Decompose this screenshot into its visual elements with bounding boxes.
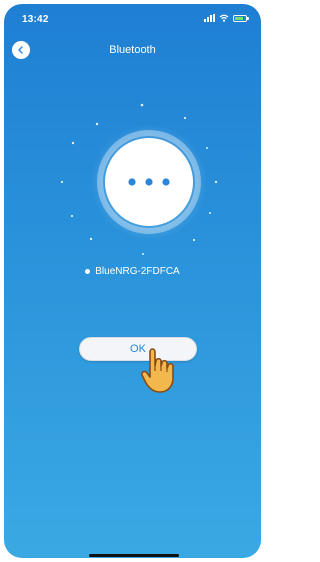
device-name: BlueNRG-2FDFCA (95, 266, 180, 277)
device-list-item[interactable]: BlueNRG-2FDFCA (4, 266, 261, 277)
device-status-dot (85, 269, 91, 274)
status-time: 13:42 (22, 14, 49, 25)
status-icons (204, 14, 249, 22)
home-indicator (89, 554, 179, 557)
status-bar: 13:42 (4, 4, 261, 30)
page-title: Bluetooth (109, 44, 156, 56)
ok-button[interactable]: OK (79, 337, 197, 361)
battery-icon (233, 14, 249, 22)
signal-icon (204, 14, 215, 22)
pointing-hand-icon (141, 348, 174, 393)
bluetooth-scan-indicator (60, 103, 218, 255)
phone-screen: 13:42 Bluetooth BlueNRG-2FDFCA OK (4, 4, 261, 558)
wifi-icon (219, 14, 229, 22)
header: Bluetooth (4, 36, 261, 62)
